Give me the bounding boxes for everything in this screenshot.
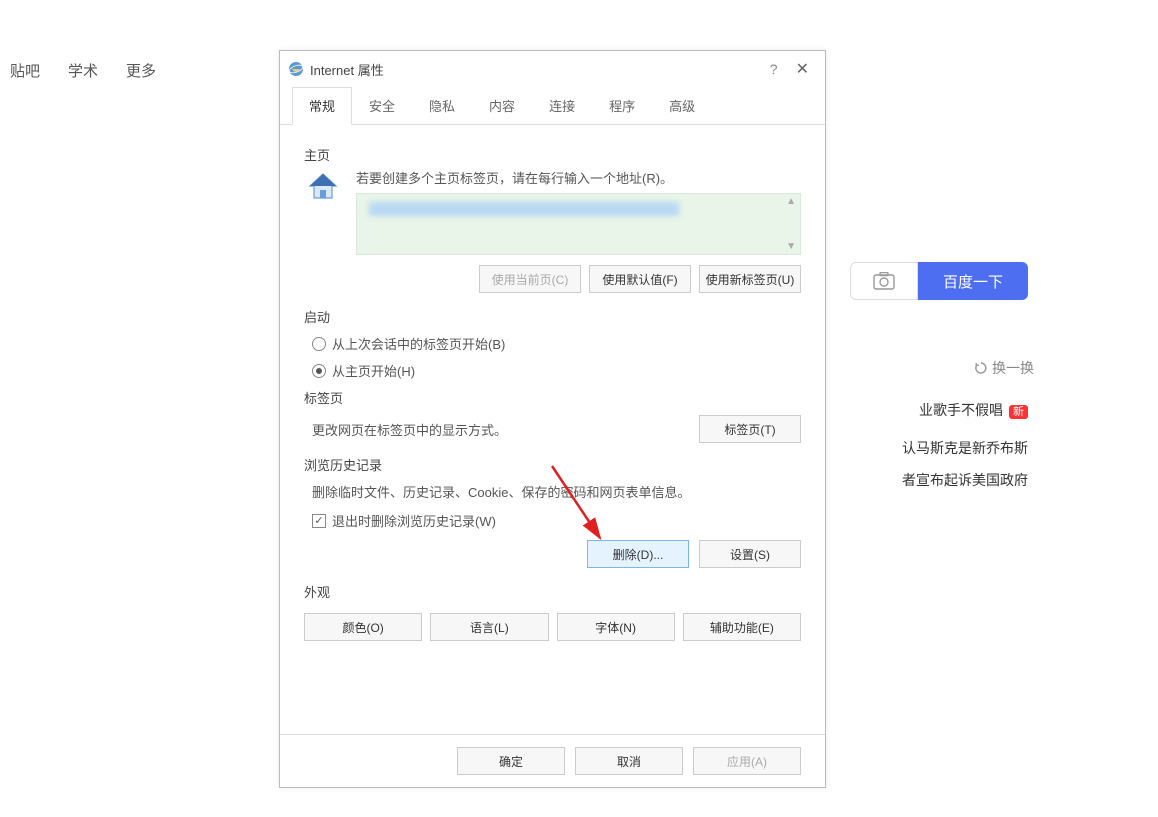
news-item-3[interactable]: 者宣布起诉美国政府 — [902, 470, 1028, 490]
ok-button[interactable]: 确定 — [457, 747, 565, 775]
homepage-textarea[interactable]: ▲ ▼ — [356, 193, 801, 255]
nav-xueshu[interactable]: 学术 — [68, 60, 98, 81]
startup-label: 启动 — [304, 307, 801, 326]
new-badge: 新 — [1009, 405, 1028, 419]
tab-programs[interactable]: 程序 — [592, 87, 652, 124]
news-item-1[interactable]: 业歌手不假唱新 — [919, 400, 1028, 420]
use-current-button[interactable]: 使用当前页(C) — [479, 265, 581, 293]
apply-button[interactable]: 应用(A) — [693, 747, 801, 775]
history-label: 浏览历史记录 — [304, 455, 801, 474]
close-button[interactable]: ✕ — [788, 59, 817, 79]
tab-privacy[interactable]: 隐私 — [412, 87, 472, 124]
ie-icon — [288, 61, 304, 77]
appearance-label: 外观 — [304, 582, 801, 601]
tabs-section-label: 标签页 — [304, 388, 801, 407]
homepage-label: 主页 — [304, 145, 801, 164]
delete-on-exit-checkbox[interactable]: ✓ 退出时删除浏览历史记录(W) — [304, 511, 801, 530]
camera-icon[interactable] — [850, 262, 918, 300]
nav-tieba[interactable]: 贴吧 — [10, 60, 40, 81]
home-icon — [304, 168, 342, 206]
homepage-desc: 若要创建多个主页标签页，请在每行输入一个地址(R)。 — [356, 168, 801, 187]
use-default-button[interactable]: 使用默认值(F) — [589, 265, 691, 293]
tab-general[interactable]: 常规 — [292, 87, 352, 125]
history-desc: 删除临时文件、历史记录、Cookie、保存的密码和网页表单信息。 — [304, 482, 801, 501]
tab-advanced[interactable]: 高级 — [652, 87, 712, 124]
cancel-button[interactable]: 取消 — [575, 747, 683, 775]
tab-connections[interactable]: 连接 — [532, 87, 592, 124]
radio-homepage[interactable]: 从主页开始(H) — [312, 361, 801, 380]
internet-properties-dialog: Internet 属性 ? ✕ 常规 安全 隐私 内容 连接 程序 高级 主页 … — [279, 50, 826, 788]
nav-more[interactable]: 更多 — [126, 60, 156, 81]
language-button[interactable]: 语言(L) — [430, 613, 548, 641]
tab-content[interactable]: 内容 — [472, 87, 532, 124]
scroll-up-icon[interactable]: ▲ — [786, 196, 796, 207]
tab-security[interactable]: 安全 — [352, 87, 412, 124]
search-button[interactable]: 百度一下 — [918, 262, 1028, 300]
radio-last-session[interactable]: 从上次会话中的标签页开始(B) — [312, 334, 801, 353]
fonts-button[interactable]: 字体(N) — [557, 613, 675, 641]
dialog-title: Internet 属性 — [310, 60, 760, 79]
use-newtab-button[interactable]: 使用新标签页(U) — [699, 265, 801, 293]
scroll-down-icon[interactable]: ▼ — [786, 241, 796, 252]
history-settings-button[interactable]: 设置(S) — [699, 540, 801, 568]
colors-button[interactable]: 颜色(O) — [304, 613, 422, 641]
accessibility-button[interactable]: 辅助功能(E) — [683, 613, 801, 641]
refresh-link[interactable]: 换一换 — [974, 358, 1034, 378]
news-item-2[interactable]: 认马斯克是新乔布斯 — [902, 438, 1028, 458]
delete-button[interactable]: 删除(D)... — [587, 540, 689, 568]
tabs-desc: 更改网页在标签页中的显示方式。 — [312, 420, 507, 439]
tabs-settings-button[interactable]: 标签页(T) — [699, 415, 801, 443]
help-button[interactable]: ? — [760, 61, 788, 77]
